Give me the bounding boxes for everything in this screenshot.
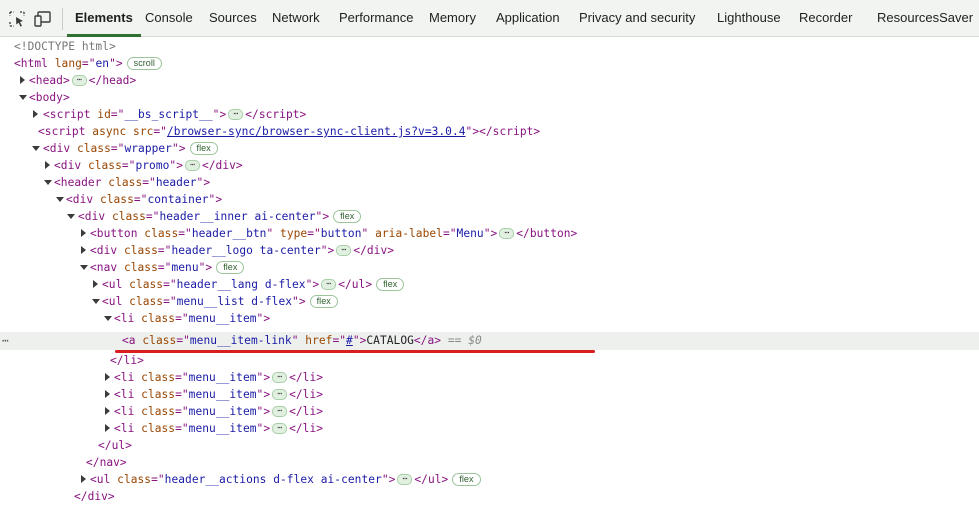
tree-row-ul-actions[interactable]: <ul class="header__actions d-flex ai-cen… [0, 471, 979, 488]
ellipsis-icon[interactable]: ⋯ [397, 473, 413, 485]
tree-row-html[interactable]: <html lang="en"> scroll [0, 55, 979, 72]
tree-row-button[interactable]: <button class="header__btn" type="button… [0, 225, 979, 242]
selected-indicator: == $0 [447, 334, 482, 347]
tree-row-nav-close[interactable]: </nav> [0, 454, 979, 471]
ellipsis-icon[interactable]: ⋯ [499, 227, 515, 239]
href-link[interactable]: # [346, 334, 353, 347]
ellipsis-icon[interactable]: ⋯ [228, 108, 244, 120]
tab-memory[interactable]: Memory [429, 0, 476, 36]
collapse-arrow-icon[interactable] [66, 208, 76, 225]
ellipsis-icon[interactable]: ⋯ [336, 244, 352, 256]
expand-arrow-icon[interactable] [79, 242, 89, 259]
tree-row-li-menu-item[interactable]: <li class="menu__item"> ⋯ </li> [0, 420, 979, 437]
tree-row-ul-lang[interactable]: <ul class="header__lang d-flex"> ⋯ </ul> fl… [0, 276, 979, 293]
expand-arrow-icon[interactable] [103, 369, 113, 386]
row-menu-icon[interactable]: ⋯ [2, 332, 10, 349]
tab-console[interactable]: Console [145, 0, 193, 36]
doctype-text: <!DOCTYPE html> [14, 40, 116, 53]
tree-row-ul-menu-list[interactable]: <ul class="menu__list d-flex"> flex [0, 293, 979, 310]
tree-row-body[interactable]: <body> [0, 89, 979, 106]
collapse-arrow-icon[interactable] [79, 259, 89, 276]
tab-resourcessaver[interactable]: ResourcesSaver [877, 0, 973, 36]
tree-row-li-menu-item[interactable]: <li class="menu__item"> ⋯ </li> [0, 403, 979, 420]
ellipsis-icon[interactable]: ⋯ [184, 159, 200, 171]
tab-recorder[interactable]: Recorder [799, 0, 852, 36]
tree-row-div-container[interactable]: <div class="container"> [0, 191, 979, 208]
tree-row-div-logo[interactable]: <div class="header__logo ta-center"> ⋯ </d… [0, 242, 979, 259]
expand-arrow-icon[interactable] [103, 420, 113, 437]
select-element-icon[interactable] [8, 10, 26, 28]
ellipsis-icon[interactable]: ⋯ [272, 422, 288, 434]
expand-arrow-icon[interactable] [43, 157, 53, 174]
flex-badge[interactable]: flex [452, 472, 481, 486]
toolbar-separator [62, 8, 63, 30]
scroll-badge[interactable]: scroll [126, 56, 162, 70]
tree-row-script-bs[interactable]: <script id="__bs_script__"> ⋯ </script> [0, 106, 979, 123]
flex-badge[interactable]: flex [189, 141, 218, 155]
collapse-arrow-icon[interactable] [103, 310, 113, 327]
tree-row-header[interactable]: <header class="header"> [0, 174, 979, 191]
tree-row-li-close[interactable]: </li> [0, 352, 979, 369]
tab-performance[interactable]: Performance [339, 0, 413, 36]
expand-arrow-icon[interactable] [31, 106, 41, 123]
collapse-arrow-icon[interactable] [43, 174, 53, 191]
collapse-arrow-icon[interactable] [31, 140, 41, 157]
tree-row-div-header-inner[interactable]: <div class="header__inner ai-center"> fle… [0, 208, 979, 225]
tree-row-li-menu-item[interactable]: <li class="menu__item"> ⋯ </li> [0, 386, 979, 403]
tree-row-nav[interactable]: <nav class="menu"> flex [0, 259, 979, 276]
expand-arrow-icon[interactable] [79, 471, 89, 488]
device-toolbar-icon[interactable] [34, 10, 52, 28]
ellipsis-icon[interactable]: ⋯ [71, 74, 87, 86]
tree-row-div-wrapper[interactable]: <div class="wrapper"> flex [0, 140, 979, 157]
flex-badge[interactable]: flex [216, 260, 245, 274]
tree-row-div-close[interactable]: </div> [0, 488, 979, 505]
expand-arrow-icon[interactable] [103, 386, 113, 403]
collapse-arrow-icon[interactable] [91, 293, 101, 310]
tree-row-ul-close[interactable]: </ul> [0, 437, 979, 454]
ellipsis-icon[interactable]: ⋯ [272, 388, 288, 400]
tree-row-head[interactable]: <head> ⋯ </head> [0, 72, 979, 89]
flex-badge[interactable]: flex [333, 209, 362, 223]
expand-arrow-icon[interactable] [91, 276, 101, 293]
expand-arrow-icon[interactable] [18, 72, 28, 89]
tab-lighthouse[interactable]: Lighthouse [717, 0, 781, 36]
tree-row-doctype[interactable]: <!DOCTYPE html> [0, 38, 979, 55]
flex-badge[interactable]: flex [309, 294, 338, 308]
tree-row-li-menu-item-open[interactable]: <li class="menu__item"> [0, 310, 979, 327]
flex-badge[interactable]: flex [376, 277, 405, 291]
ellipsis-icon[interactable]: ⋯ [272, 405, 288, 417]
expand-arrow-icon[interactable] [103, 403, 113, 420]
tree-row-li-menu-item[interactable]: <li class="menu__item"> ⋯ </li> [0, 369, 979, 386]
tree-row-div-promo[interactable]: <div class="promo"> ⋯ </div> [0, 157, 979, 174]
expand-arrow-icon[interactable] [79, 225, 89, 242]
tab-elements[interactable]: Elements [67, 0, 141, 37]
tree-row-script-async[interactable]: <script async src="/browser-sync/browser… [0, 123, 979, 140]
link-text: CATALOG [366, 334, 414, 347]
tab-application[interactable]: Application [496, 0, 560, 36]
tab-network[interactable]: Network [272, 0, 320, 36]
script-src-link[interactable]: /browser-sync/browser-sync-client.js?v=3… [167, 125, 466, 138]
collapse-arrow-icon[interactable] [18, 89, 28, 106]
devtools-toolbar: Elements Console Sources Network Perform… [0, 0, 979, 37]
collapse-arrow-icon[interactable] [55, 191, 65, 208]
tab-privacy-and-security[interactable]: Privacy and security [579, 0, 695, 36]
tree-row-selected-link[interactable]: ⋯ <a class="menu__item-link" href="#">CA… [0, 332, 979, 350]
ellipsis-icon[interactable]: ⋯ [321, 278, 337, 290]
ellipsis-icon[interactable]: ⋯ [272, 371, 288, 383]
tab-sources[interactable]: Sources [209, 0, 257, 36]
